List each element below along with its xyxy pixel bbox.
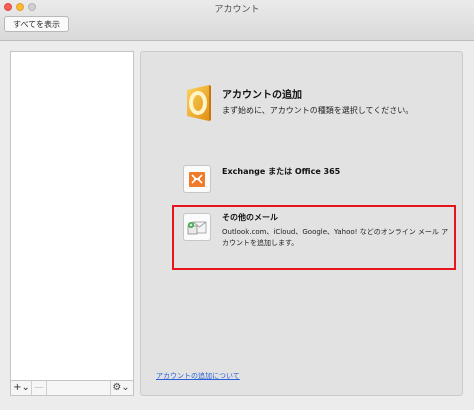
about-adding-account-link[interactable]: アカウントの追加について <box>156 371 240 381</box>
account-list[interactable] <box>10 51 134 381</box>
add-account-subtitle: まず始めに、アカウントの種類を選択してください。 <box>222 106 414 115</box>
title-bar: アカウント すべてを表示 <box>0 0 474 41</box>
exchange-icon <box>189 172 205 187</box>
add-account-title: アカウントの追加 <box>222 90 302 101</box>
exchange-option-tile[interactable] <box>183 165 211 193</box>
outlook-icon <box>187 85 211 121</box>
add-account-button[interactable]: +⌄ <box>12 381 32 395</box>
remove-account-button[interactable]: — <box>32 381 47 395</box>
exchange-option-label[interactable]: Exchange または Office 365 <box>222 166 340 177</box>
gear-icon[interactable]: ⚙⌄ <box>110 381 131 395</box>
account-list-toolbar: +⌄ — ⚙⌄ <box>10 380 134 396</box>
show-all-button[interactable]: すべてを表示 <box>4 16 69 32</box>
other-mail-highlight-box <box>172 205 456 270</box>
preferences-window: アカウント すべてを表示 +⌄ — ⚙⌄ アカウントの追加 まず始めに、アカウン… <box>0 0 474 410</box>
window-title: アカウント <box>214 5 260 15</box>
